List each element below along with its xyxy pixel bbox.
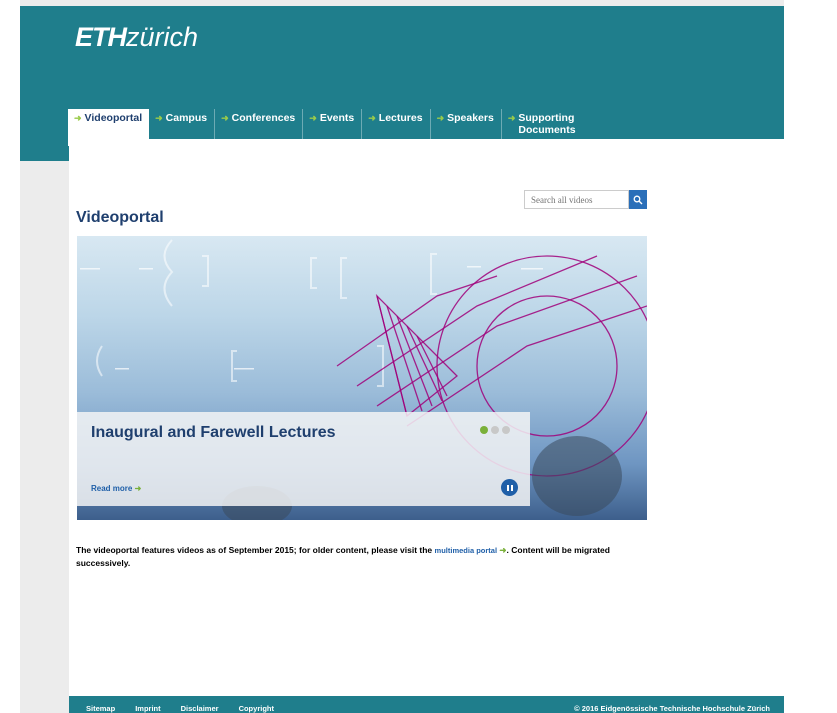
hero-caption-title[interactable]: Inaugural and Farewell Lectures: [91, 424, 336, 442]
hero-caption: Inaugural and Farewell Lectures Read mor…: [77, 412, 530, 506]
slider-dot[interactable]: [480, 426, 488, 434]
arrow-icon: ➜: [221, 113, 229, 123]
multimedia-portal-link[interactable]: multimedia portal: [435, 546, 498, 555]
nav-item-speakers[interactable]: ➜ Speakers: [431, 109, 502, 139]
search-box: [524, 190, 647, 209]
slider-dot[interactable]: [491, 426, 499, 434]
site-header: ETHzürich ➜ Videoportal ➜ Campus ➜ Confe…: [20, 6, 784, 161]
nav-item-supporting-documents[interactable]: ➜ Supporting Documents: [502, 109, 584, 139]
arrow-icon: ➜: [499, 545, 507, 555]
arrow-icon: ➜: [309, 113, 317, 123]
eth-logo[interactable]: ETHzürich: [75, 22, 198, 53]
copyright-notice: © 2016 Eidgenössische Technische Hochsch…: [574, 704, 770, 713]
arrow-icon: ➜: [134, 484, 142, 493]
slider-dot[interactable]: [502, 426, 510, 434]
footer-link-sitemap[interactable]: Sitemap: [86, 704, 115, 713]
hero-slider[interactable]: Inaugural and Farewell Lectures Read mor…: [77, 236, 647, 520]
arrow-icon: ➜: [436, 113, 445, 123]
main-content: Videoportal: [69, 139, 784, 713]
pause-button[interactable]: [501, 479, 518, 496]
nav-item-campus[interactable]: ➜ Campus: [149, 109, 216, 139]
page-title: Videoportal: [76, 209, 164, 226]
search-button[interactable]: [629, 190, 647, 209]
site-footer: Sitemap Imprint Disclaimer Copyright © 2…: [69, 696, 784, 713]
nav-item-lectures[interactable]: ➜ Lectures: [362, 109, 431, 139]
search-icon: [633, 195, 643, 204]
search-input[interactable]: [524, 190, 629, 209]
arrow-icon: ➜: [507, 113, 516, 123]
read-more-link[interactable]: Read more ➜: [91, 484, 141, 493]
pause-icon: [506, 484, 509, 491]
arrow-icon: ➜: [74, 113, 82, 123]
footer-link-disclaimer[interactable]: Disclaimer: [181, 704, 219, 713]
slider-dots: [480, 426, 510, 434]
arrow-icon: ➜: [368, 113, 376, 123]
intro-text: The videoportal features videos as of Se…: [76, 545, 610, 568]
nav-item-events[interactable]: ➜ Events: [303, 109, 363, 139]
footer-link-imprint[interactable]: Imprint: [135, 704, 160, 713]
footer-link-copyright[interactable]: Copyright: [239, 704, 274, 713]
footer-links: Sitemap Imprint Disclaimer Copyright: [86, 704, 274, 713]
nav-item-conferences[interactable]: ➜ Conferences: [215, 109, 304, 139]
arrow-icon: ➜: [155, 113, 163, 123]
